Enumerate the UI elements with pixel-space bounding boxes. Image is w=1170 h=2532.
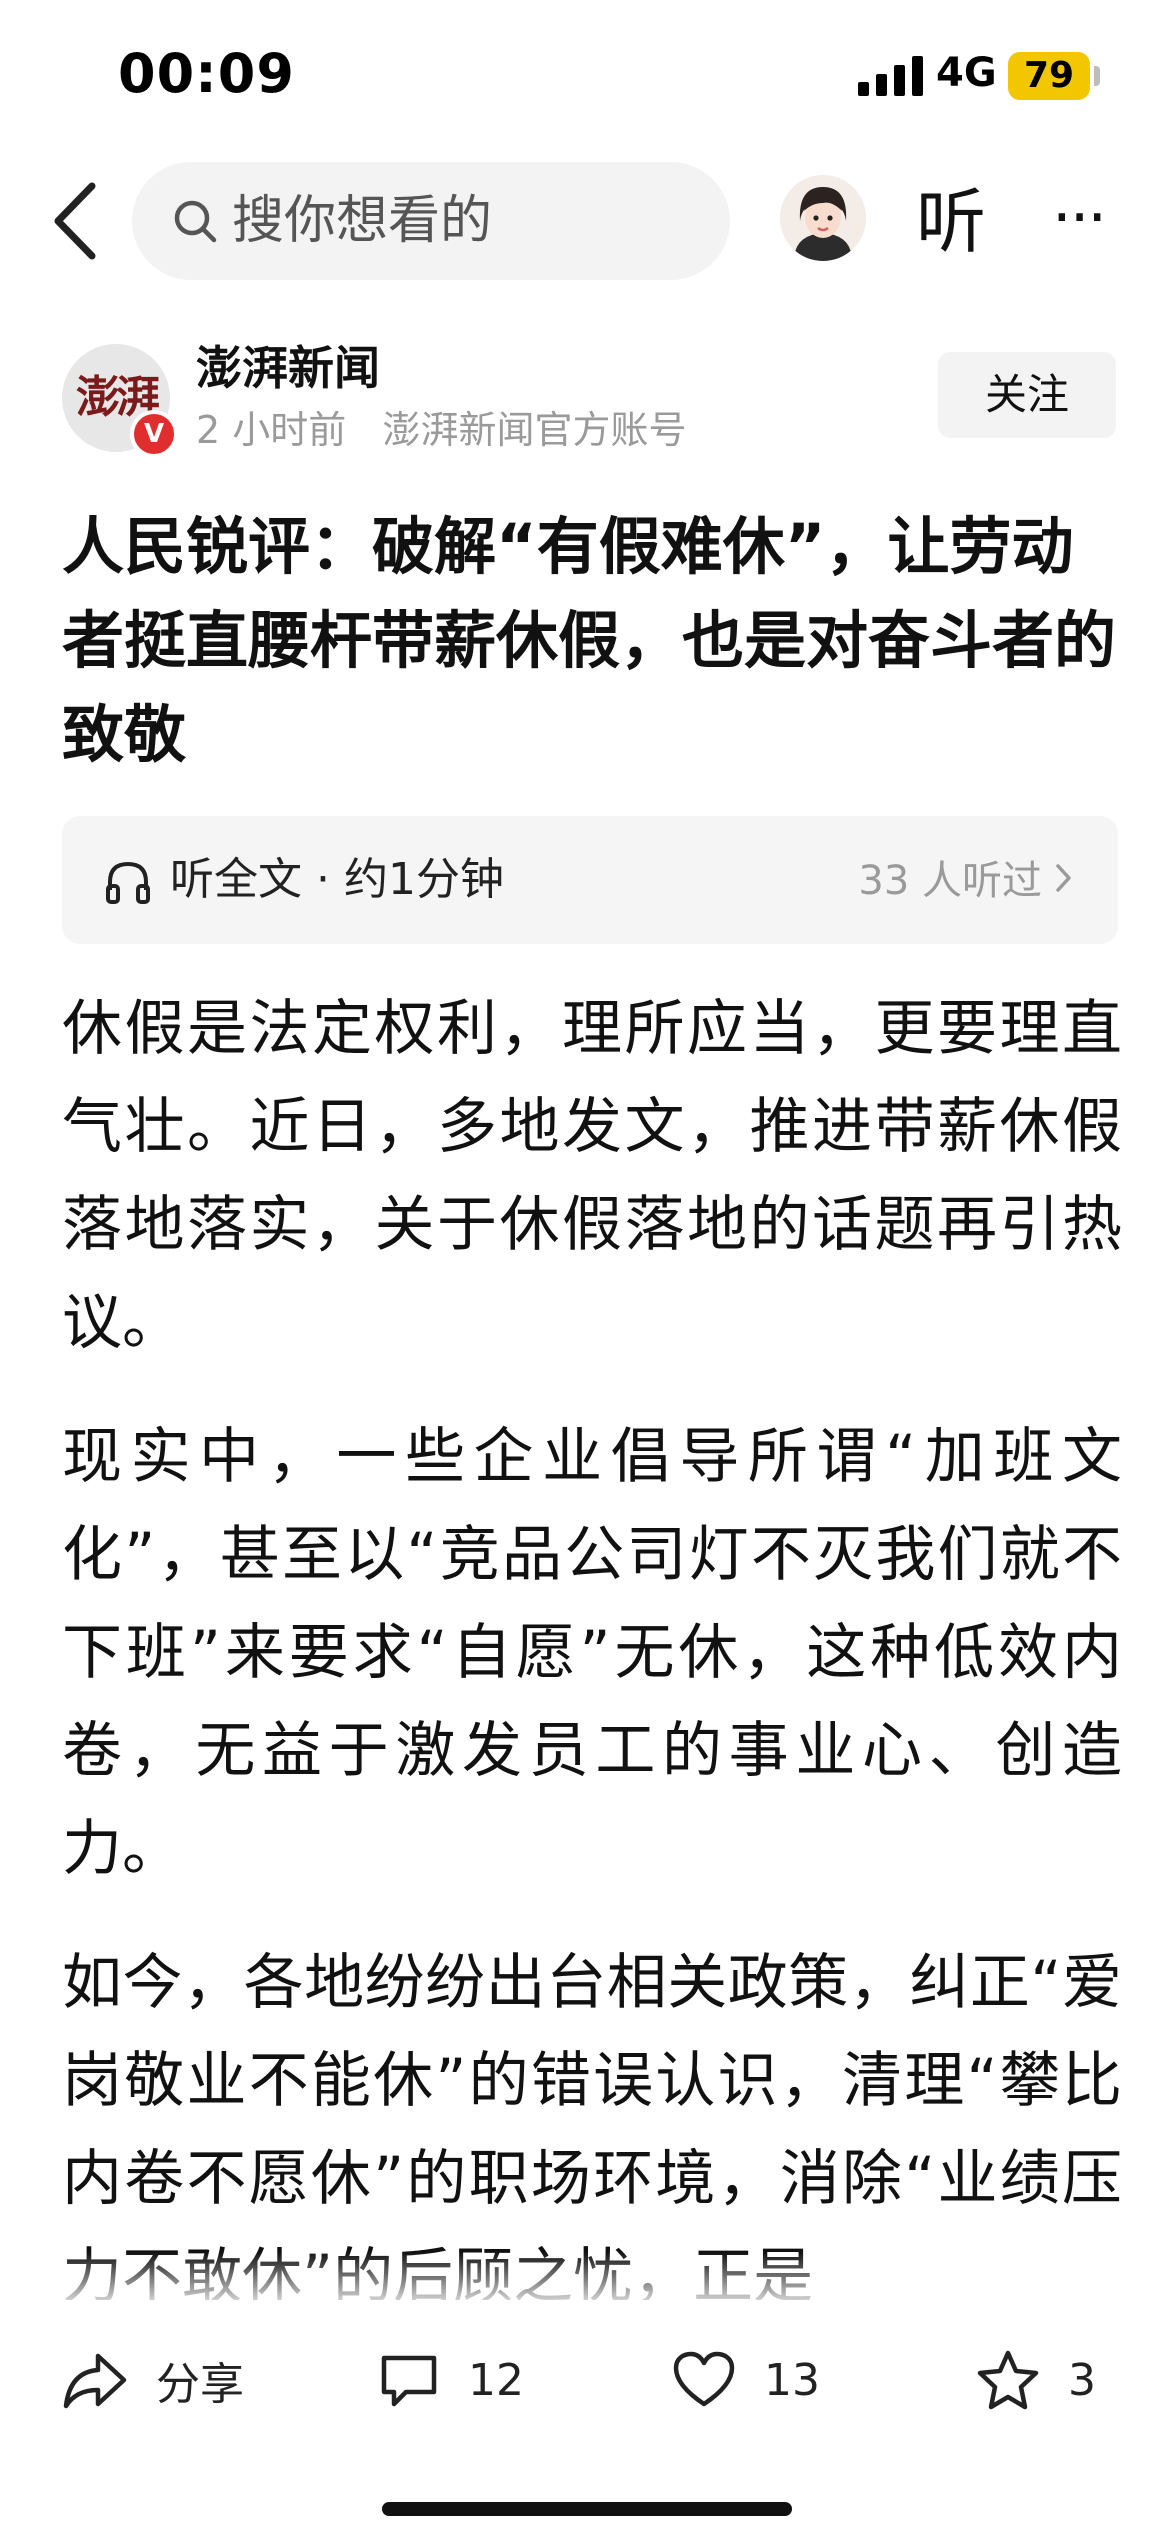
publish-meta: 2 小时前 澎湃新闻官方账号 (196, 408, 687, 452)
share-button[interactable]: 分享 (62, 2340, 244, 2420)
publisher-name[interactable]: 澎湃新闻 (196, 340, 380, 396)
follow-button[interactable]: 关注 (938, 352, 1116, 438)
cellular-signal-icon (858, 56, 923, 96)
home-indicator (382, 2502, 792, 2516)
article-body: 休假是法定权利，理所应当，更要理直气壮。近日，多地发文，推进带薪休假落地落实，关… (62, 980, 1122, 2362)
headphone-icon (106, 861, 150, 904)
listen-full-text-label: 听全文 · 约1分钟 (170, 854, 504, 905)
avatar-illustration-icon (780, 175, 866, 261)
favorite-count: 3 (1068, 2354, 1096, 2406)
search-placeholder: 搜你想看的 (232, 191, 493, 251)
favorite-button[interactable]: 3 (976, 2340, 1096, 2420)
network-type: 4G (936, 50, 997, 96)
share-label: 分享 (156, 2359, 244, 2410)
battery-indicator: 79 (1008, 52, 1090, 100)
like-button[interactable]: 13 (672, 2340, 820, 2420)
bottom-action-bar: 分享 12 13 3 (0, 2300, 1170, 2532)
chevron-right-icon (1056, 864, 1071, 892)
comment-count: 12 (468, 2354, 524, 2406)
user-avatar[interactable] (780, 175, 866, 261)
heart-icon (673, 2351, 735, 2407)
listen-count: 33 人听过 (858, 858, 1042, 904)
comment-icon (381, 2355, 437, 2407)
article-title: 人民锐评：破解“有假难休”，让劳动者挺直腰杆带薪休假，也是对奋斗者的致敬 (62, 510, 1117, 771)
comment-button[interactable]: 12 (378, 2340, 524, 2420)
search-icon (174, 200, 217, 243)
verified-badge: V (130, 410, 178, 458)
more-button[interactable]: ··· (1052, 187, 1107, 249)
article-paragraph: 休假是法定权利，理所应当，更要理直气壮。近日，多地发文，推进带薪休假落地落实，关… (62, 994, 1122, 1358)
search-bar[interactable]: 搜你想看的 (132, 162, 730, 280)
listen-full-text-bar[interactable]: 听全文 · 约1分钟 33 人听过 (62, 816, 1118, 944)
listen-button[interactable]: 听 (916, 182, 986, 262)
star-icon (977, 2350, 1039, 2410)
share-icon (63, 2353, 127, 2409)
battery-tip (1094, 66, 1100, 86)
article-paragraph: 现实中，一些企业倡导所谓“加班文化”，甚至以“竞品公司灯不灭我们就不下班”来要求… (62, 1422, 1122, 1884)
status-time: 00:09 (118, 42, 295, 105)
back-arrow-icon[interactable] (48, 176, 108, 266)
like-count: 13 (764, 2354, 820, 2406)
